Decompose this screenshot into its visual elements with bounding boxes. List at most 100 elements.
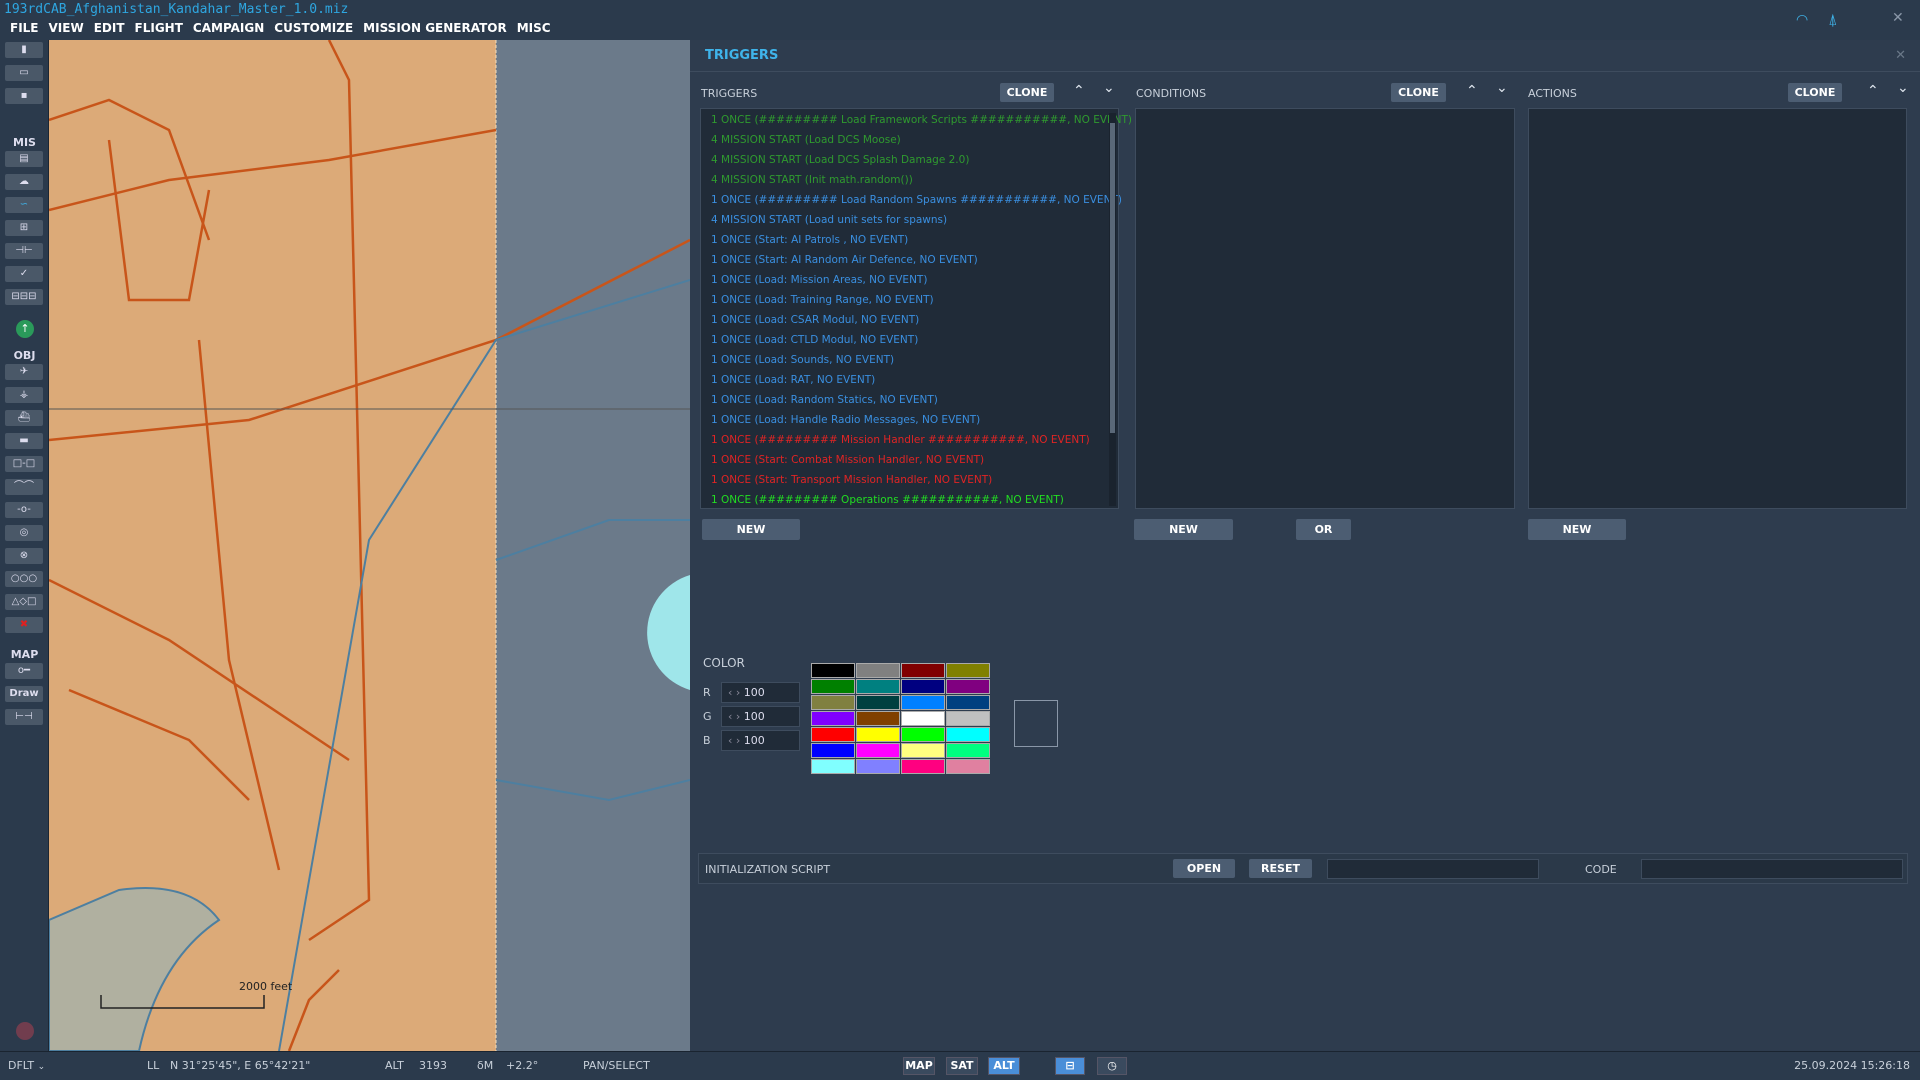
- conditions-move-down-icon[interactable]: ⌄: [1496, 80, 1508, 96]
- reset-button[interactable]: RESET: [1249, 859, 1312, 878]
- ship-icon[interactable]: ⛴: [5, 410, 43, 426]
- triggers-clone-button[interactable]: CLONE: [1000, 83, 1054, 102]
- code-field[interactable]: [1641, 859, 1903, 879]
- static-icon[interactable]: □-□: [5, 456, 43, 472]
- actions-move-down-icon[interactable]: ⌄: [1897, 80, 1909, 96]
- actions-move-up-icon[interactable]: ⌃: [1867, 83, 1879, 99]
- shapes-icon[interactable]: △◇□: [5, 594, 43, 610]
- trigger-row[interactable]: 1 ONCE (Load: CTLD Modul, NO EVENT): [711, 330, 918, 350]
- color-swatch[interactable]: [856, 759, 900, 774]
- trigger-row[interactable]: 1 ONCE (Load: Training Range, NO EVENT): [711, 290, 934, 310]
- color-swatch[interactable]: [811, 759, 855, 774]
- color-swatch[interactable]: [811, 663, 855, 678]
- trigger-row[interactable]: 1 ONCE (######### Operations ###########…: [711, 490, 1064, 510]
- color-swatch[interactable]: [946, 711, 990, 726]
- key-icon[interactable]: o━: [5, 663, 43, 679]
- target-icon[interactable]: ◎: [5, 525, 43, 541]
- menu-file[interactable]: FILE: [10, 21, 39, 35]
- color-swatch[interactable]: [946, 679, 990, 694]
- sat-mode-button[interactable]: SAT: [946, 1057, 978, 1075]
- trigger-row[interactable]: 1 ONCE (######### Mission Handler ######…: [711, 430, 1090, 450]
- trigger-row[interactable]: 4 MISSION START (Load unit sets for spaw…: [711, 210, 947, 230]
- menu-flight[interactable]: FLIGHT: [135, 21, 183, 35]
- actions-list[interactable]: [1528, 108, 1907, 509]
- helicopter-icon[interactable]: ⚶: [5, 387, 43, 403]
- profile-dropdown[interactable]: DFLT ⌄: [8, 1059, 45, 1072]
- x-circle-icon[interactable]: ⊗: [5, 548, 43, 564]
- open-button[interactable]: OPEN: [1173, 859, 1235, 878]
- trigger-row[interactable]: 1 ONCE (Start: AI Random Air Defence, NO…: [711, 250, 978, 270]
- color-swatch[interactable]: [946, 743, 990, 758]
- draw-button[interactable]: Draw: [5, 686, 43, 702]
- triggers-new-button[interactable]: NEW: [702, 519, 800, 540]
- actions-new-button[interactable]: NEW: [1528, 519, 1626, 540]
- triggers-scrollbar[interactable]: [1109, 113, 1116, 506]
- trigger-row[interactable]: 1 ONCE (Start: AI Patrols , NO EVENT): [711, 230, 908, 250]
- conditions-clone-button[interactable]: CLONE: [1391, 83, 1446, 102]
- red-stepper[interactable]: ‹ › 100: [721, 682, 800, 703]
- trigger-zone-icon[interactable]: ⊞: [5, 220, 43, 236]
- color-swatch[interactable]: [946, 663, 990, 678]
- menu-customize[interactable]: CUSTOMIZE: [274, 21, 353, 35]
- menu-edit[interactable]: EDIT: [94, 21, 125, 35]
- trigger-row[interactable]: 1 ONCE (Start: Transport Mission Handler…: [711, 470, 992, 490]
- color-swatch[interactable]: [901, 727, 945, 742]
- resources-icon[interactable]: ⊟⊟⊟: [5, 289, 43, 305]
- conditions-move-up-icon[interactable]: ⌃: [1466, 83, 1478, 99]
- color-swatch[interactable]: [901, 663, 945, 678]
- close-window-icon[interactable]: ✕: [1892, 10, 1904, 26]
- color-swatch[interactable]: [856, 695, 900, 710]
- briefing-icon[interactable]: ▤: [5, 151, 43, 167]
- color-swatch[interactable]: [811, 727, 855, 742]
- clock-icon[interactable]: ◷: [1097, 1057, 1127, 1075]
- trigger-row[interactable]: 4 MISSION START (Init math.random()): [711, 170, 913, 190]
- menu-misc[interactable]: MISC: [517, 21, 551, 35]
- conditions-or-button[interactable]: OR: [1296, 519, 1351, 540]
- color-swatch[interactable]: [856, 679, 900, 694]
- trigger-row[interactable]: 1 ONCE (Start: Combat Mission Handler, N…: [711, 450, 984, 470]
- map-mode-button[interactable]: MAP: [903, 1057, 935, 1075]
- trigger-row[interactable]: 1 ONCE (Load: Mission Areas, NO EVENT): [711, 270, 927, 290]
- color-swatch[interactable]: [901, 679, 945, 694]
- menu-campaign[interactable]: CAMPAIGN: [193, 21, 264, 35]
- color-swatch[interactable]: [811, 711, 855, 726]
- color-swatch[interactable]: [856, 727, 900, 742]
- vehicle-icon[interactable]: ▬: [5, 433, 43, 449]
- triggers-move-up-icon[interactable]: ⌃: [1073, 83, 1085, 99]
- triggers-icon[interactable]: ∽: [5, 197, 43, 213]
- color-swatch[interactable]: [856, 663, 900, 678]
- color-swatch[interactable]: [946, 695, 990, 710]
- actions-clone-button[interactable]: CLONE: [1788, 83, 1842, 102]
- green-stepper[interactable]: ‹ › 100: [721, 706, 800, 727]
- color-swatch[interactable]: [856, 711, 900, 726]
- trigger-row[interactable]: 4 MISSION START (Load DCS Splash Damage …: [711, 150, 969, 170]
- ruler-icon[interactable]: ⊢⊣: [5, 709, 43, 725]
- trigger-row[interactable]: 1 ONCE (Load: Sounds, NO EVENT): [711, 350, 894, 370]
- menu-view[interactable]: VIEW: [49, 21, 84, 35]
- trigger-row[interactable]: 1 ONCE (Load: CSAR Modul, NO EVENT): [711, 310, 919, 330]
- delete-icon[interactable]: ✖: [5, 617, 43, 633]
- save-icon[interactable]: ▪: [5, 88, 43, 104]
- color-swatch[interactable]: [811, 743, 855, 758]
- trigger-row[interactable]: 1 ONCE (######### Load Random Spawns ###…: [711, 190, 1122, 210]
- airplane-icon[interactable]: ✈: [5, 364, 43, 380]
- menu-mission-generator[interactable]: MISSION GENERATOR: [363, 21, 507, 35]
- color-swatch[interactable]: [901, 695, 945, 710]
- trigger-row[interactable]: 1 ONCE (Load: Handle Radio Messages, NO …: [711, 410, 980, 430]
- color-swatch[interactable]: [856, 743, 900, 758]
- waypoint-icon[interactable]: -o-: [5, 502, 43, 518]
- check-icon[interactable]: ✓: [5, 266, 43, 282]
- flags-icon[interactable]: ⊣⊢: [5, 243, 43, 259]
- triggers-list[interactable]: 1 ONCE (######### Load Framework Scripts…: [700, 108, 1132, 510]
- trigger-row[interactable]: 1 ONCE (######### Load Framework Scripts…: [711, 110, 1132, 130]
- trigger-row[interactable]: 1 ONCE (Load: RAT, NO EVENT): [711, 370, 875, 390]
- color-swatch[interactable]: [946, 759, 990, 774]
- trigger-row[interactable]: 1 ONCE (Load: Random Statics, NO EVENT): [711, 390, 938, 410]
- map-view[interactable]: 2000 feet: [49, 40, 690, 1051]
- color-swatch[interactable]: [946, 727, 990, 742]
- weather-icon[interactable]: ☁: [5, 174, 43, 190]
- color-swatch[interactable]: [811, 679, 855, 694]
- record-icon[interactable]: [16, 1022, 34, 1040]
- color-swatch[interactable]: [901, 743, 945, 758]
- triggers-move-down-icon[interactable]: ⌄: [1103, 80, 1115, 96]
